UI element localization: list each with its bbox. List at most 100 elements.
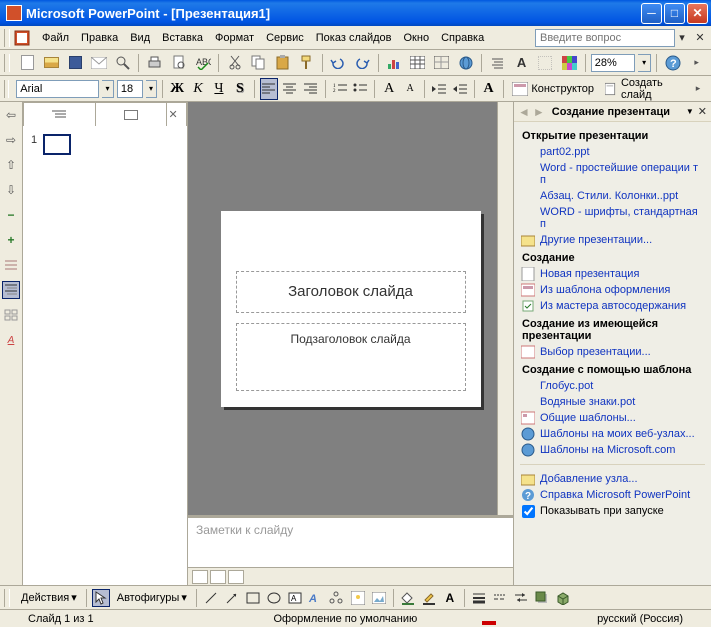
toolbar-handle[interactable] (4, 54, 10, 72)
close-button[interactable]: ✕ (687, 3, 708, 24)
template-link[interactable]: Водяные знаки.pot (516, 394, 709, 410)
spellcheck-button[interactable]: ABC (192, 52, 213, 74)
email-button[interactable] (89, 52, 110, 74)
picture-button[interactable] (370, 589, 388, 607)
dash-style-button[interactable] (491, 589, 509, 607)
textbox-button[interactable]: A (286, 589, 304, 607)
bullets-button[interactable] (352, 78, 370, 100)
rectangle-button[interactable] (244, 589, 262, 607)
my-web-templates-link[interactable]: Шаблоны на моих веб-узлах... (516, 426, 709, 442)
font-color-button[interactable]: A (480, 78, 498, 100)
cut-button[interactable] (224, 52, 245, 74)
menu-edit[interactable]: Правка (75, 29, 124, 47)
toolbar-options[interactable]: ▸ (686, 52, 707, 74)
tables-borders-button[interactable] (431, 52, 452, 74)
font-color-button[interactable]: A (441, 589, 459, 607)
general-templates-link[interactable]: Общие шаблоны... (516, 410, 709, 426)
bold-button[interactable]: Ж (168, 78, 186, 100)
open-more-link[interactable]: Другие презентации... (516, 232, 709, 248)
taskpane-forward-button[interactable]: ► (533, 105, 545, 119)
slideshow-button[interactable] (228, 570, 244, 584)
paste-button[interactable] (272, 52, 293, 74)
fill-color-button[interactable] (399, 589, 417, 607)
close-panel-button[interactable]: ✕ (167, 102, 187, 126)
menu-format[interactable]: Формат (209, 29, 260, 47)
increase-font-button[interactable]: A (380, 78, 398, 100)
open-link[interactable]: Word - простейшие операции т п (516, 160, 709, 188)
ask-question-input[interactable] (535, 29, 675, 47)
thumbnail-item[interactable]: 1 (31, 134, 179, 155)
print-preview-button[interactable] (168, 52, 189, 74)
normal-view-button[interactable] (192, 570, 208, 584)
expand-all-button[interactable] (2, 281, 20, 299)
shadow-button[interactable] (533, 589, 551, 607)
print-button[interactable] (144, 52, 165, 74)
copy-button[interactable] (248, 52, 269, 74)
3d-button[interactable] (554, 589, 572, 607)
underline-button[interactable]: Ч (210, 78, 228, 100)
open-link[interactable]: part02.ppt (516, 144, 709, 160)
align-left-button[interactable] (260, 78, 278, 100)
insert-hyperlink-button[interactable] (455, 52, 476, 74)
toolbar-options[interactable]: ▸ (689, 78, 707, 100)
expand-all-button[interactable] (487, 52, 508, 74)
zoom-dropdown[interactable]: ▾ (638, 54, 651, 72)
new-slide-button[interactable]: Создать слайд (601, 75, 686, 103)
draw-actions-button[interactable]: Действия ▾ (17, 589, 81, 606)
save-button[interactable] (65, 52, 86, 74)
menu-window[interactable]: Окно (398, 29, 436, 47)
show-formatting-button[interactable]: A (2, 331, 20, 349)
menu-view[interactable]: Вид (124, 29, 156, 47)
expand-button[interactable]: + (2, 231, 20, 249)
subtitle-placeholder[interactable]: Подзаголовок слайда (236, 323, 466, 391)
choose-presentation-link[interactable]: Выбор презентации... (516, 344, 709, 360)
from-template-link[interactable]: Из шаблона оформления (516, 282, 709, 298)
numbering-button[interactable]: 12 (331, 78, 349, 100)
diagram-button[interactable] (328, 589, 346, 607)
show-formatting-button[interactable]: A (511, 52, 532, 74)
search-button[interactable] (112, 52, 133, 74)
taskpane-close-button[interactable]: ✕ (698, 105, 707, 118)
shadow-button[interactable]: S (231, 78, 249, 100)
format-painter-button[interactable] (296, 52, 317, 74)
ask-dropdown[interactable]: ▾ (675, 31, 689, 44)
decrease-indent-button[interactable] (430, 78, 448, 100)
slides-tab[interactable] (95, 102, 168, 126)
new-button[interactable] (17, 52, 38, 74)
toolbar-handle[interactable] (4, 29, 10, 47)
select-objects-button[interactable] (92, 589, 110, 607)
slide[interactable]: Заголовок слайда Подзаголовок слайда (221, 211, 481, 407)
increase-indent-button[interactable] (451, 78, 469, 100)
minimize-button[interactable]: ─ (641, 3, 662, 24)
open-link[interactable]: Абзац. Стили. Колонки..ppt (516, 188, 709, 204)
help-button[interactable]: ? (662, 52, 683, 74)
slide-canvas[interactable]: Заголовок слайда Подзаголовок слайда (188, 102, 513, 515)
collapse-all-button[interactable] (2, 256, 20, 274)
startup-checkbox-input[interactable] (522, 505, 535, 518)
new-presentation-link[interactable]: Новая презентация (516, 266, 709, 282)
menu-tools[interactable]: Сервис (260, 29, 310, 47)
clipart-button[interactable] (349, 589, 367, 607)
taskpane-dropdown[interactable]: ▼ (686, 107, 694, 116)
toolbar-handle[interactable] (4, 80, 9, 98)
status-language[interactable]: русский (Россия) (577, 613, 703, 625)
move-up-button[interactable]: ⇧ (2, 156, 20, 174)
sorter-view-button[interactable] (210, 570, 226, 584)
add-node-link[interactable]: Добавление узла... (516, 471, 709, 487)
move-down-button[interactable]: ⇩ (2, 181, 20, 199)
taskpane-back-button[interactable]: ◄ (518, 105, 530, 119)
arrow-style-button[interactable] (512, 589, 530, 607)
promote-button[interactable]: ⇦ (2, 106, 20, 124)
maximize-button[interactable]: □ (664, 3, 685, 24)
menu-file[interactable]: Файл (36, 29, 75, 47)
demote-button[interactable]: ⇨ (2, 131, 20, 149)
zoom-input[interactable]: 28% (591, 54, 635, 72)
menu-help[interactable]: Справка (435, 29, 490, 47)
color-button[interactable] (559, 52, 580, 74)
document-close-button[interactable]: ✕ (693, 31, 707, 45)
summary-slide-button[interactable] (2, 306, 20, 324)
menu-insert[interactable]: Вставка (156, 29, 209, 47)
italic-button[interactable]: К (189, 78, 207, 100)
open-link[interactable]: WORD - шрифты, стандартная п (516, 204, 709, 232)
from-wizard-link[interactable]: Из мастера автосодержания (516, 298, 709, 314)
